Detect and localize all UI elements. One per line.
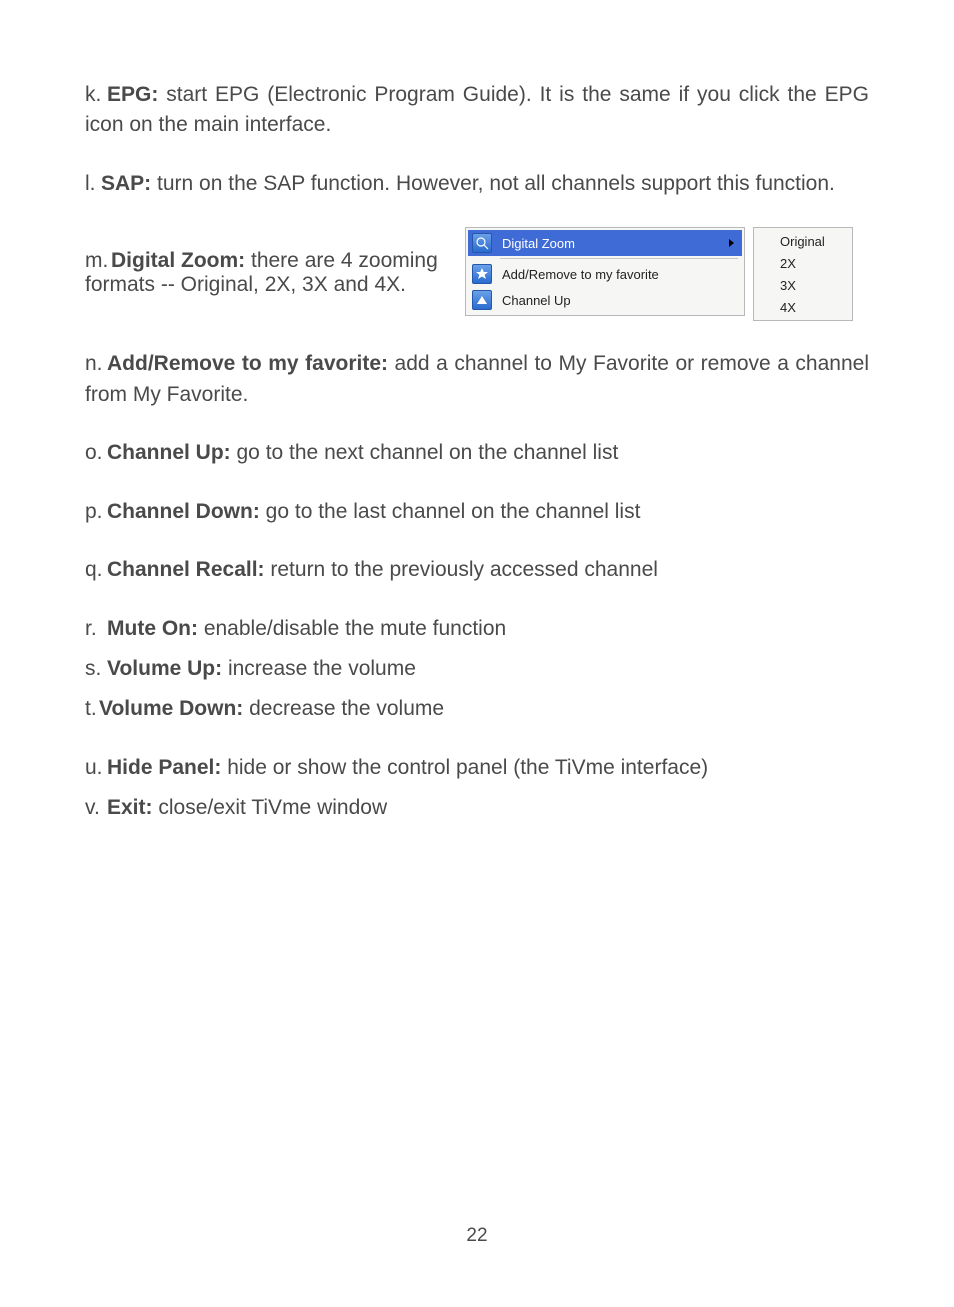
menu-separator — [500, 258, 738, 259]
submenu-item-4x[interactable]: 4X — [756, 296, 850, 318]
item-o-label: o. — [85, 438, 107, 468]
item-l-title: SAP: — [101, 172, 151, 195]
item-k-label: k. — [85, 80, 107, 110]
up-arrow-icon — [472, 290, 492, 310]
item-r-text: enable/disable the mute function — [198, 617, 506, 640]
item-u-title: Hide Panel: — [107, 756, 221, 779]
menu-item-label: Digital Zoom — [496, 236, 729, 251]
item-l: l.SAP: turn on the SAP function. However… — [85, 169, 869, 199]
item-l-label: l. — [85, 169, 101, 199]
item-t-label: t. — [85, 694, 99, 724]
item-o-title: Channel Up: — [107, 441, 231, 464]
item-k-text: start EPG (Electronic Program Guide). It… — [85, 83, 869, 136]
item-n-label: n. — [85, 349, 107, 379]
menu-item-label: Add/Remove to my favorite — [496, 267, 742, 282]
item-s: s.Volume Up: increase the volume — [85, 654, 869, 684]
submenu-item-label: Original — [780, 234, 825, 249]
item-u-text: hide or show the control panel (the TiVm… — [221, 756, 708, 779]
item-t-title: Volume Down: — [99, 697, 243, 720]
item-v-label: v. — [85, 793, 107, 823]
item-p-title: Channel Down: — [107, 500, 260, 523]
zoom-icon — [472, 233, 492, 253]
item-q-text: return to the previously accessed channe… — [265, 558, 658, 581]
item-p-text: go to the last channel on the channel li… — [260, 500, 641, 523]
item-o: o.Channel Up: go to the next channel on … — [85, 438, 869, 468]
menu-item-add-remove-favorite[interactable]: Add/Remove to my favorite — [468, 261, 742, 287]
submenu-item-label: 3X — [780, 278, 796, 293]
menu-item-digital-zoom[interactable]: Digital Zoom — [468, 230, 742, 256]
zoom-submenu: Original 2X 3X 4X — [753, 227, 853, 321]
item-v-text: close/exit TiVme window — [153, 796, 388, 819]
item-u-label: u. — [85, 753, 107, 783]
item-k: k.EPG: start EPG (Electronic Program Gui… — [85, 80, 869, 141]
page-number: 22 — [0, 1225, 954, 1247]
menu-figure: Digital Zoom Add/Remove to my favorite C… — [465, 227, 869, 321]
item-n-title: Add/Remove to my favorite: — [107, 352, 388, 375]
item-l-text: turn on the SAP function. However, not a… — [151, 172, 835, 195]
item-m: m.Digital Zoom: there are 4 zooming form… — [85, 227, 465, 297]
item-p-label: p. — [85, 497, 107, 527]
item-r-title: Mute On: — [107, 617, 198, 640]
item-r-label: r. — [85, 614, 107, 644]
item-s-text: increase the volume — [222, 657, 416, 680]
item-q: q.Channel Recall: return to the previous… — [85, 555, 869, 585]
item-u: u.Hide Panel: hide or show the control p… — [85, 753, 869, 783]
item-m-label: m. — [85, 249, 111, 273]
submenu-item-2x[interactable]: 2X — [756, 252, 850, 274]
item-v-title: Exit: — [107, 796, 153, 819]
item-r: r.Mute On: enable/disable the mute funct… — [85, 614, 869, 644]
submenu-arrow-icon — [729, 239, 734, 247]
item-v: v.Exit: close/exit TiVme window — [85, 793, 869, 823]
submenu-item-label: 2X — [780, 256, 796, 271]
item-m-row: m.Digital Zoom: there are 4 zooming form… — [85, 227, 869, 321]
item-q-title: Channel Recall: — [107, 558, 265, 581]
submenu-item-original[interactable]: Original — [756, 230, 850, 252]
menu-item-channel-up[interactable]: Channel Up — [468, 287, 742, 313]
item-m-title: Digital Zoom: — [111, 249, 245, 272]
item-s-title: Volume Up: — [107, 657, 222, 680]
submenu-item-label: 4X — [780, 300, 796, 315]
submenu-item-3x[interactable]: 3X — [756, 274, 850, 296]
item-s-label: s. — [85, 654, 107, 684]
context-menu: Digital Zoom Add/Remove to my favorite C… — [465, 227, 745, 316]
item-k-title: EPG: — [107, 83, 158, 106]
item-n: n.Add/Remove to my favorite: add a chann… — [85, 349, 869, 410]
item-t: t.Volume Down: decrease the volume — [85, 694, 869, 724]
item-o-text: go to the next channel on the channel li… — [231, 441, 619, 464]
item-q-label: q. — [85, 555, 107, 585]
item-t-text: decrease the volume — [243, 697, 444, 720]
item-p: p.Channel Down: go to the last channel o… — [85, 497, 869, 527]
star-icon — [472, 264, 492, 284]
menu-item-label: Channel Up — [496, 293, 742, 308]
